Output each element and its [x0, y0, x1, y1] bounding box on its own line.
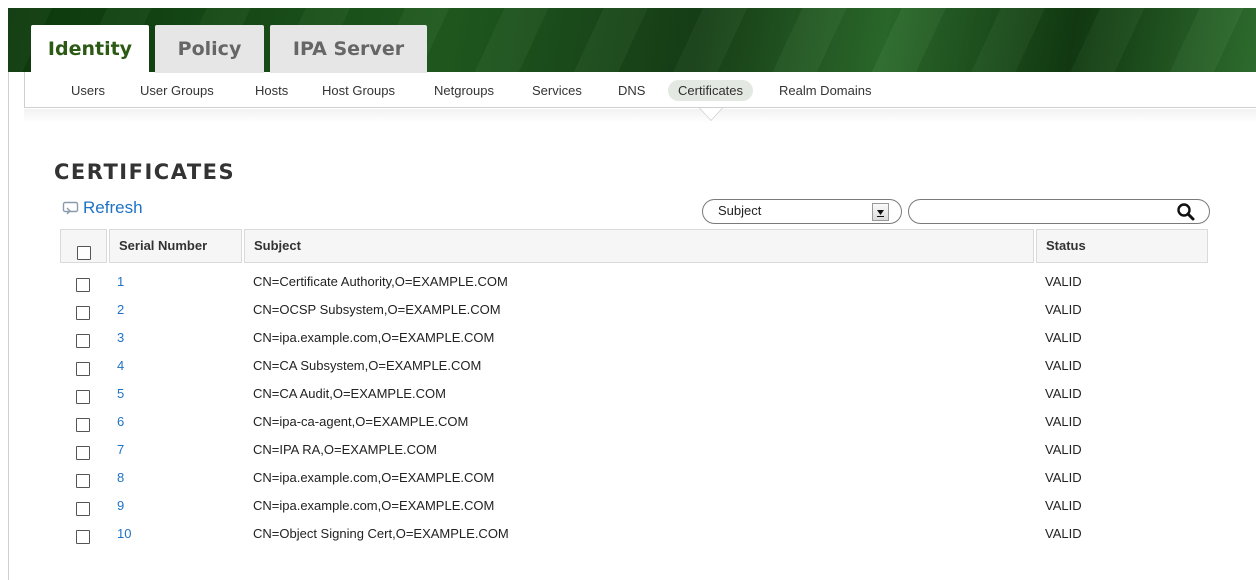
status-cell: VALID: [1045, 526, 1082, 541]
row-checkbox[interactable]: [76, 334, 90, 348]
subnav-item-host-groups[interactable]: Host Groups: [312, 80, 405, 101]
serial-number-link[interactable]: 2: [117, 296, 124, 324]
status-cell: VALID: [1045, 358, 1082, 373]
subnav-item-certificates[interactable]: Certificates: [668, 80, 754, 101]
serial-number-link[interactable]: 5: [117, 380, 124, 408]
subnav-item-users[interactable]: Users: [61, 80, 115, 101]
column-header-status[interactable]: Status: [1036, 229, 1208, 263]
subnav-pointer: [700, 108, 722, 120]
table-row: 5 CN=CA Audit,O=EXAMPLE.COM VALID: [60, 380, 1210, 408]
column-header-serial-number[interactable]: Serial Number: [109, 229, 242, 263]
tab-ipa-server[interactable]: IPA Server: [270, 25, 427, 73]
table-row: 10 CN=Object Signing Cert,O=EXAMPLE.COM …: [60, 520, 1210, 548]
row-checkbox[interactable]: [76, 362, 90, 376]
serial-number-link[interactable]: 6: [117, 408, 124, 436]
subject-cell: CN=OCSP Subsystem,O=EXAMPLE.COM: [253, 302, 501, 317]
serial-number-link[interactable]: 7: [117, 436, 124, 464]
table-row: 3 CN=ipa.example.com,O=EXAMPLE.COM VALID: [60, 324, 1210, 352]
subnav-item-services[interactable]: Services: [522, 80, 592, 101]
refresh-label: Refresh: [83, 198, 143, 217]
subject-cell: CN=ipa.example.com,O=EXAMPLE.COM: [253, 470, 495, 485]
status-cell: VALID: [1045, 302, 1082, 317]
sub-navigation: Users User Groups Hosts Host Groups Netg…: [24, 72, 1256, 108]
search-icon[interactable]: [1176, 202, 1196, 222]
row-checkbox[interactable]: [76, 418, 90, 432]
serial-number-link[interactable]: 9: [117, 492, 124, 520]
status-cell: VALID: [1045, 414, 1082, 429]
row-checkbox[interactable]: [76, 474, 90, 488]
row-checkbox[interactable]: [76, 306, 90, 320]
serial-number-link[interactable]: 1: [117, 268, 124, 296]
subnav-item-user-groups[interactable]: User Groups: [130, 80, 224, 101]
tab-policy[interactable]: Policy: [155, 25, 264, 73]
subject-cell: CN=CA Subsystem,O=EXAMPLE.COM: [253, 358, 482, 373]
page-title: CERTIFICATES: [54, 160, 236, 184]
subject-cell: CN=ipa-ca-agent,O=EXAMPLE.COM: [253, 414, 469, 429]
tab-identity[interactable]: Identity: [31, 25, 149, 73]
row-checkbox[interactable]: [76, 446, 90, 460]
subnav-item-netgroups[interactable]: Netgroups: [424, 80, 504, 101]
column-header-subject[interactable]: Subject: [244, 229, 1034, 263]
status-cell: VALID: [1045, 386, 1082, 401]
refresh-button[interactable]: Refresh: [62, 198, 143, 218]
row-checkbox[interactable]: [76, 278, 90, 292]
subject-cell: CN=CA Audit,O=EXAMPLE.COM: [253, 386, 446, 401]
chevron-down-icon[interactable]: [872, 203, 889, 221]
select-all-checkbox[interactable]: [77, 246, 91, 260]
subnav-item-hosts[interactable]: Hosts: [245, 80, 298, 101]
table-row: 4 CN=CA Subsystem,O=EXAMPLE.COM VALID: [60, 352, 1210, 380]
subnav-item-realm-domains[interactable]: Realm Domains: [769, 80, 881, 101]
subnav-item-dns[interactable]: DNS: [608, 80, 655, 101]
subject-cell: CN=IPA RA,O=EXAMPLE.COM: [253, 442, 437, 457]
row-checkbox[interactable]: [76, 530, 90, 544]
serial-number-link[interactable]: 3: [117, 324, 124, 352]
serial-number-link[interactable]: 10: [117, 520, 131, 548]
refresh-icon: [62, 200, 80, 216]
search-input[interactable]: [908, 199, 1210, 224]
table-row: 2 CN=OCSP Subsystem,O=EXAMPLE.COM VALID: [60, 296, 1210, 324]
row-checkbox[interactable]: [76, 502, 90, 516]
status-cell: VALID: [1045, 498, 1082, 513]
header-select-all-cell: [60, 229, 107, 263]
subject-cell: CN=ipa.example.com,O=EXAMPLE.COM: [253, 498, 495, 513]
status-cell: VALID: [1045, 442, 1082, 457]
serial-number-link[interactable]: 8: [117, 464, 124, 492]
subject-cell: CN=Object Signing Cert,O=EXAMPLE.COM: [253, 526, 509, 541]
table-row: 8 CN=ipa.example.com,O=EXAMPLE.COM VALID: [60, 464, 1210, 492]
status-cell: VALID: [1045, 470, 1082, 485]
row-checkbox[interactable]: [76, 390, 90, 404]
table-row: 9 CN=ipa.example.com,O=EXAMPLE.COM VALID: [60, 492, 1210, 520]
table-row: 6 CN=ipa-ca-agent,O=EXAMPLE.COM VALID: [60, 408, 1210, 436]
table-row: 1 CN=Certificate Authority,O=EXAMPLE.COM…: [60, 268, 1210, 296]
subject-cell: CN=ipa.example.com,O=EXAMPLE.COM: [253, 330, 495, 345]
subject-cell: CN=Certificate Authority,O=EXAMPLE.COM: [253, 274, 508, 289]
status-cell: VALID: [1045, 274, 1082, 289]
serial-number-link[interactable]: 4: [117, 352, 124, 380]
status-cell: VALID: [1045, 330, 1082, 345]
table-row: 7 CN=IPA RA,O=EXAMPLE.COM VALID: [60, 436, 1210, 464]
subnav-shadow: [24, 109, 1256, 123]
